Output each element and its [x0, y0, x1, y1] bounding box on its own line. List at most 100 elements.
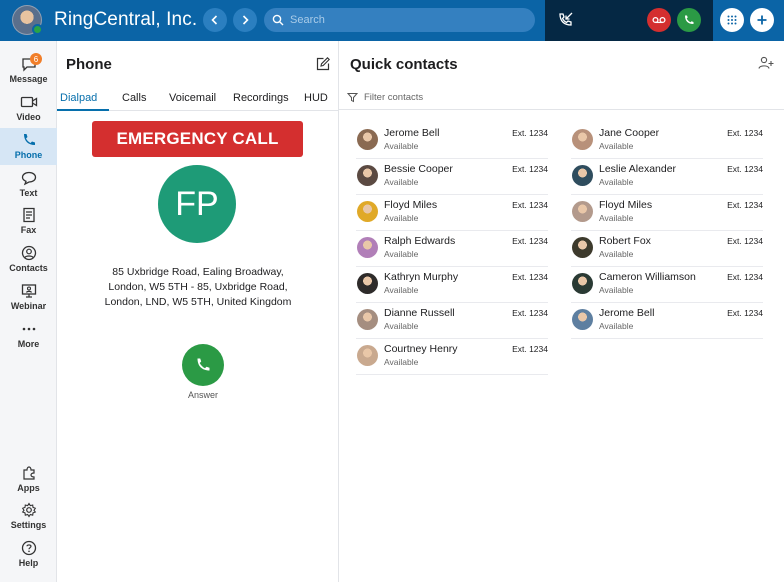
nav-label: Contacts	[9, 263, 48, 273]
tab-voicemail[interactable]: Voicemail	[169, 92, 216, 104]
nav-contacts[interactable]: Contacts	[0, 241, 57, 278]
search-input[interactable]: Search	[264, 8, 535, 32]
contact-row[interactable]: Floyd Miles Available Ext. 1234	[356, 195, 548, 231]
incoming-call-icon	[559, 12, 573, 26]
answer-button[interactable]	[182, 344, 224, 386]
caller-avatar: FP	[158, 165, 236, 243]
contact-row[interactable]: Ralph Edwards Available Ext. 1234	[356, 231, 548, 267]
contact-avatar	[357, 165, 378, 186]
contact-status: Available	[599, 141, 634, 151]
quick-contacts-panel: Quick contacts Filter contacts Jerome Be…	[339, 41, 784, 582]
contact-avatar	[357, 273, 378, 294]
contact-name: Floyd Miles	[384, 199, 438, 211]
contact-name: Leslie Alexander	[599, 163, 677, 175]
nav-phone[interactable]: Phone	[0, 128, 57, 165]
dialpad-button[interactable]	[720, 8, 744, 32]
more-icon	[22, 327, 35, 331]
nav-webinar[interactable]: Webinar	[0, 279, 57, 316]
contact-row[interactable]: Dianne Russell Available Ext. 1234	[356, 303, 548, 339]
add-contact-button[interactable]	[758, 56, 774, 75]
contact-extension: Ext. 1234	[512, 200, 548, 210]
quick-contacts-title: Quick contacts	[350, 56, 458, 73]
answer-call-button[interactable]	[677, 8, 701, 32]
contact-avatar	[357, 237, 378, 258]
contact-row[interactable]: Robert Fox Available Ext. 1234	[571, 231, 763, 267]
nav-label: Apps	[17, 483, 40, 493]
contact-status: Available	[384, 249, 419, 259]
nav-message[interactable]: 6 Message	[0, 52, 57, 89]
voicemail-icon	[652, 16, 666, 24]
contact-name: Jane Cooper	[599, 127, 660, 139]
contact-row[interactable]: Jane Cooper Available Ext. 1234	[571, 123, 763, 159]
contact-avatar	[357, 129, 378, 150]
chevron-right-icon	[242, 15, 249, 25]
voicemail-button[interactable]	[647, 8, 671, 32]
company-name: RingCentral, Inc.	[54, 9, 198, 30]
add-person-icon	[758, 56, 774, 69]
contact-avatar	[572, 237, 593, 258]
nav-label: More	[17, 339, 40, 349]
address-line: 85 Uxbridge Road, Ealing Broadway,	[112, 266, 284, 278]
contact-extension: Ext. 1234	[727, 236, 763, 246]
nav-label: Settings	[10, 520, 47, 530]
contact-extension: Ext. 1234	[727, 200, 763, 210]
contact-row[interactable]: Leslie Alexander Available Ext. 1234	[571, 159, 763, 195]
contact-extension: Ext. 1234	[727, 164, 763, 174]
nav-more[interactable]: More	[0, 317, 57, 354]
contact-extension: Ext. 1234	[512, 236, 548, 246]
contact-row[interactable]: Kathryn Murphy Available Ext. 1234	[356, 267, 548, 303]
forward-button[interactable]	[233, 8, 257, 32]
filter-contacts-input[interactable]: Filter contacts	[339, 87, 784, 110]
contact-row[interactable]: Cameron Williamson Available Ext. 1234	[571, 267, 763, 303]
contact-row[interactable]: Courtney Henry Available Ext. 1234	[356, 339, 548, 375]
contact-extension: Ext. 1234	[512, 272, 548, 282]
contact-name: Robert Fox	[599, 235, 651, 247]
nav-fax[interactable]: Fax	[0, 203, 57, 240]
phone-panel: Phone Dialpad Calls Voicemail Recordings…	[57, 41, 339, 582]
contact-row[interactable]: Bessie Cooper Available Ext. 1234	[356, 159, 548, 195]
caller-address: 85 Uxbridge Road, Ealing Broadway, Londo…	[87, 265, 309, 310]
back-button[interactable]	[203, 8, 227, 32]
nav-apps[interactable]: Apps	[0, 461, 57, 498]
dialpad-icon	[727, 15, 737, 25]
nav-label: Help	[18, 558, 39, 568]
nav-label: Video	[16, 112, 41, 122]
contact-name: Cameron Williamson	[599, 271, 696, 283]
address-line: London, LND, W5 5TH, United Kingdom	[104, 296, 292, 308]
tab-calls[interactable]: Calls	[122, 92, 146, 104]
contact-extension: Ext. 1234	[727, 128, 763, 138]
presence-indicator	[32, 24, 43, 35]
nav-text[interactable]: Text	[0, 166, 57, 203]
contact-name: Ralph Edwards	[384, 235, 456, 247]
tab-recordings[interactable]: Recordings	[233, 92, 289, 104]
tab-dialpad[interactable]: Dialpad	[60, 92, 97, 104]
tab-hud[interactable]: HUD	[304, 92, 328, 104]
nav-settings[interactable]: Settings	[0, 498, 57, 535]
nav-label: Phone	[14, 150, 43, 160]
contact-status: Available	[599, 213, 634, 223]
contact-extension: Ext. 1234	[727, 272, 763, 282]
contact-extension: Ext. 1234	[512, 128, 548, 138]
contact-name: Floyd Miles	[599, 199, 653, 211]
apps-icon	[22, 466, 35, 480]
compose-button[interactable]	[316, 57, 330, 76]
create-button[interactable]	[750, 8, 774, 32]
contact-status: Available	[384, 357, 419, 367]
search-placeholder: Search	[290, 14, 325, 26]
chevron-left-icon	[211, 15, 218, 25]
nav-video[interactable]: Video	[0, 90, 57, 127]
phone-icon	[23, 134, 35, 145]
contact-row[interactable]: Jerome Bell Available Ext. 1234	[356, 123, 548, 159]
nav-label: Webinar	[10, 301, 47, 311]
contact-extension: Ext. 1234	[512, 308, 548, 318]
contact-extension: Ext. 1234	[727, 308, 763, 318]
contact-avatar	[357, 345, 378, 366]
nav-help[interactable]: Help	[0, 536, 57, 573]
contact-row[interactable]: Floyd Miles Available Ext. 1234	[571, 195, 763, 231]
contact-status: Available	[599, 285, 634, 295]
nav-label: Message	[9, 74, 48, 84]
contact-avatar	[572, 165, 593, 186]
contact-extension: Ext. 1234	[512, 164, 548, 174]
contact-status: Available	[599, 249, 634, 259]
contact-row[interactable]: Jerome Bell Available Ext. 1234	[571, 303, 763, 339]
